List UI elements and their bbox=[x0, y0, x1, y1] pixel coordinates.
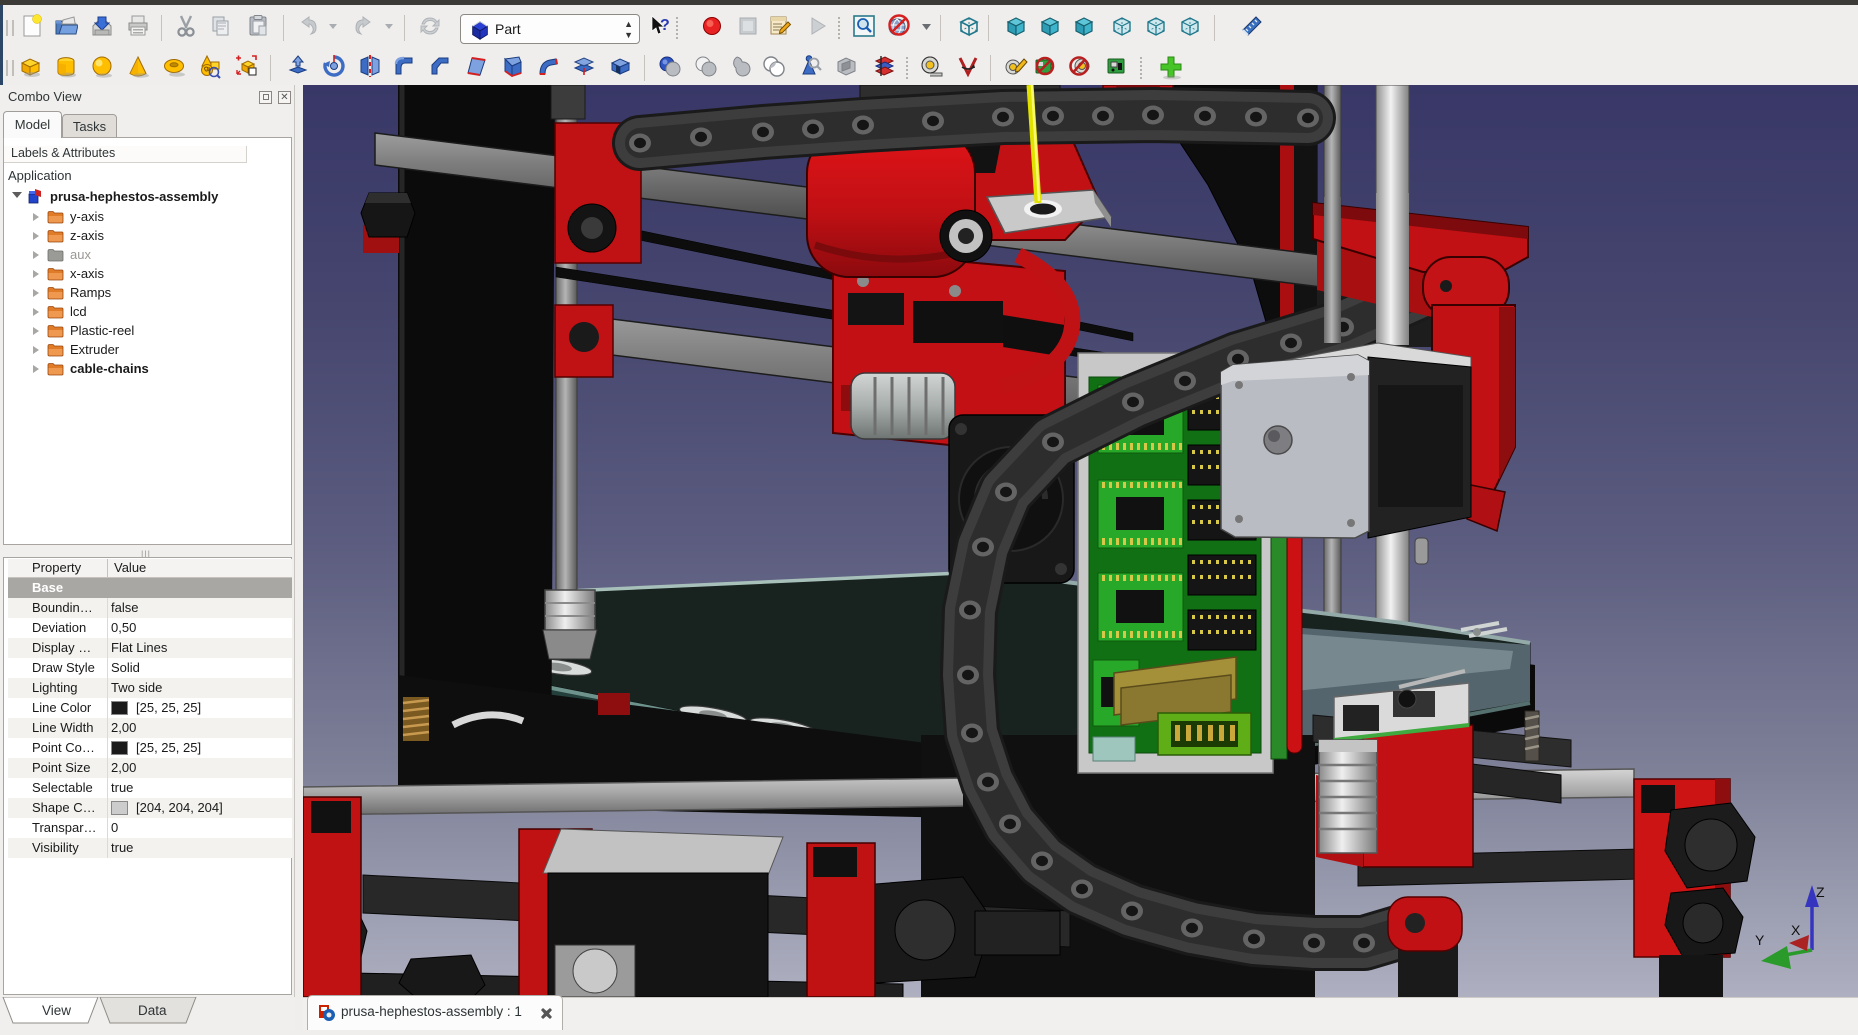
svg-text:Y: Y bbox=[1755, 932, 1765, 948]
svg-text:Data: Data bbox=[138, 1003, 167, 1018]
svg-text:?: ? bbox=[660, 17, 670, 34]
svg-text:X: X bbox=[1791, 922, 1801, 938]
svg-text:Z: Z bbox=[1816, 884, 1825, 900]
svg-text:View: View bbox=[42, 1003, 71, 1018]
